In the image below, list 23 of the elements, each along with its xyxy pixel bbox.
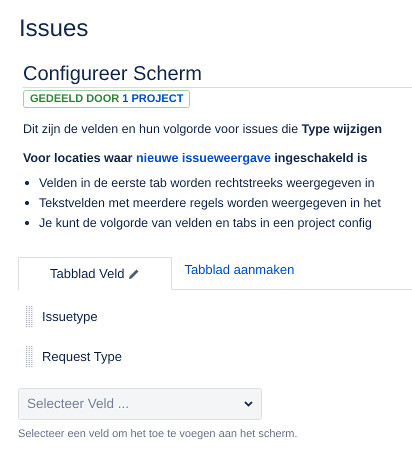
help-text: Selecteer een veld om het toe te voegen aan het scherm.	[18, 427, 298, 442]
project-link[interactable]: 1 PROJECT	[122, 93, 184, 105]
description-text: Dit zijn de velden en hun volgorde voor issues die Type wijzigen	[23, 121, 382, 138]
chevron-down-icon	[244, 401, 253, 407]
drag-handle-icon[interactable]	[26, 346, 34, 368]
shared-badge: GEDEELD DOOR 1 PROJECT	[23, 90, 190, 108]
bullet-text: Je kunt de volgorde van velden en tabs in een project config	[39, 215, 372, 232]
field-name: Request Type	[42, 348, 122, 366]
tab[interactable]: Tabblad aanmaken	[172, 256, 306, 289]
bullet-text: Tekstvelden met meerdere regels worden weergegeven in het	[39, 195, 381, 212]
page-title: Issues	[19, 14, 88, 44]
bullet-icon	[25, 201, 29, 205]
pencil-icon[interactable]	[128, 268, 140, 280]
select-placeholder: Selecteer Veld ...	[27, 394, 130, 413]
bullet-icon	[25, 181, 29, 185]
new-issue-view-link[interactable]: nieuwe issueweergave	[136, 151, 271, 165]
tab[interactable]: Tabblad Veld	[18, 257, 172, 290]
field-name: Issuetype	[42, 308, 98, 326]
notice-heading: Voor locaties waar nieuwe issueweergave ingeschakeld is	[23, 150, 368, 167]
drag-handle-icon[interactable]	[26, 306, 34, 328]
screen-title: Configureer Scherm	[23, 62, 412, 88]
bullet-text: Velden in de eerste tab worden rechtstreeks weergegeven in	[39, 175, 375, 192]
bullet-icon	[25, 221, 29, 225]
